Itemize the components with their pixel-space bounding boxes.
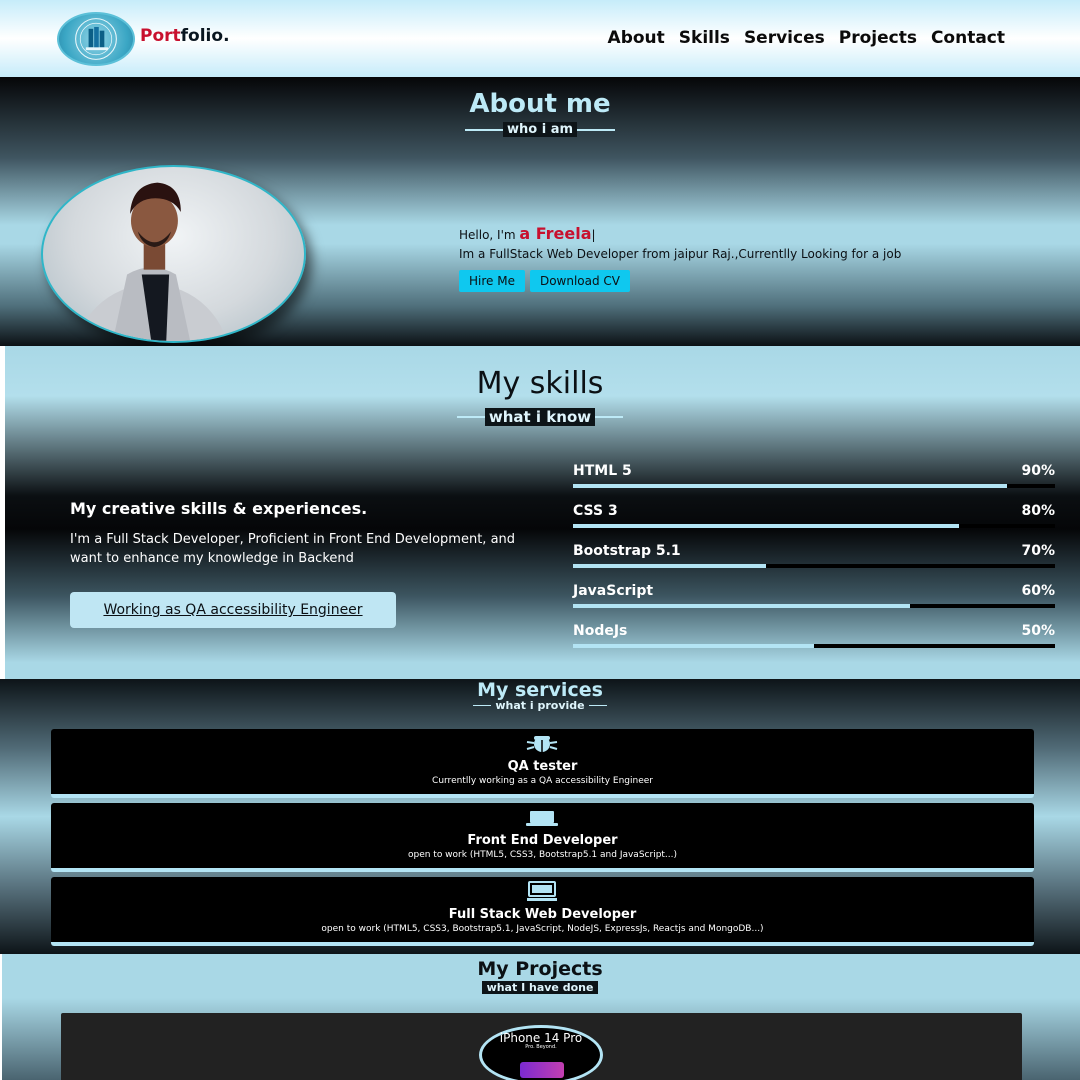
- hire-me-button[interactable]: Hire Me: [459, 270, 525, 292]
- skill-name: JavaScript: [573, 583, 654, 599]
- skill-bar-track: [573, 484, 1055, 488]
- services-subtitle-wrap: what i provide: [0, 699, 1080, 712]
- hello-line: Hello, I'm a Freela|: [459, 224, 901, 243]
- laptop-icon: [526, 811, 558, 826]
- skills-text: I'm a Full Stack Developer, Proficient i…: [70, 532, 516, 566]
- divider-line: [595, 416, 624, 418]
- divider-line: [577, 128, 616, 131]
- divider-line: [456, 416, 485, 418]
- services-section: My services what i provide QA tester Cur…: [0, 679, 1080, 954]
- skill-bar-track: [573, 604, 1055, 608]
- skills-subtitle: what i know: [484, 408, 596, 426]
- skill-bar-fill: [573, 604, 911, 608]
- about-subtitle: who i am: [502, 122, 578, 137]
- intro-description: Im a FullStack Web Developer from jaipur…: [459, 247, 902, 261]
- skill-bar-row: NodeJs 50%: [573, 623, 1055, 663]
- skill-bar-fill: [573, 484, 1007, 488]
- nav-link-skills[interactable]: Skills: [679, 28, 730, 48]
- skill-bar-fill: [573, 524, 959, 528]
- skill-bar-row: CSS 3 80%: [573, 503, 1055, 543]
- intro-block: Hello, I'm a Freela| Im a FullStack Web …: [459, 224, 901, 292]
- skill-percent: 60%: [1021, 583, 1055, 599]
- service-title: QA tester: [507, 759, 578, 774]
- brand-logo-text[interactable]: Portfolio.: [140, 26, 230, 46]
- intro-buttons: Hire Me Download CV: [459, 270, 901, 292]
- project-name: iPhone 14 Pro: [499, 1031, 583, 1045]
- bug-icon: [526, 736, 558, 752]
- skill-bar-row: JavaScript 60%: [573, 583, 1055, 623]
- profile-photo: [41, 165, 306, 343]
- navbar: Portfolio. About Skills Services Project…: [0, 0, 1080, 77]
- skill-percent: 90%: [1021, 463, 1055, 479]
- service-desc: open to work (HTML5, CSS3, Bootstrap5.1,…: [321, 924, 764, 934]
- projects-subtitle-wrap: what I have done: [0, 981, 1080, 994]
- skill-percent: 50%: [1021, 623, 1055, 639]
- skill-name: Bootstrap 5.1: [573, 543, 681, 559]
- skill-bar-fill: [573, 644, 814, 648]
- divider-line: [588, 705, 607, 706]
- divider-line: [464, 128, 503, 131]
- download-cv-button[interactable]: Download CV: [529, 270, 631, 292]
- skill-bar-row: HTML 5 90%: [573, 463, 1055, 503]
- skill-name: HTML 5: [573, 463, 632, 479]
- service-card[interactable]: QA tester Currentlly working as a QA acc…: [51, 729, 1034, 798]
- service-card[interactable]: Front End Developer open to work (HTML5,…: [51, 803, 1034, 872]
- projects-subtitle: what I have done: [481, 981, 599, 994]
- skills-intro: My creative skills & experiences. I'm a …: [70, 499, 550, 568]
- typing-cursor: |: [591, 228, 596, 242]
- nav-link-contact[interactable]: Contact: [931, 28, 1005, 48]
- qa-engineer-link[interactable]: Working as QA accessibility Engineer: [70, 592, 396, 628]
- service-title: Full Stack Web Developer: [448, 907, 637, 922]
- projects-section: My Projects what I have done iPhone 14 P…: [0, 954, 1080, 1080]
- skills-subtitle-wrap: what i know: [0, 408, 1080, 426]
- hello-text: Hello, I'm: [459, 228, 520, 242]
- brand-part-2: folio.: [180, 26, 230, 46]
- service-desc: open to work (HTML5, CSS3, Bootstrap5.1 …: [407, 850, 678, 860]
- about-subtitle-wrap: who i am: [0, 122, 1080, 137]
- projects-title: My Projects: [477, 958, 603, 980]
- skill-name: CSS 3: [573, 503, 618, 519]
- project-card[interactable]: iPhone 14 Pro Pro. Beyond.: [61, 1013, 1022, 1080]
- nav-link-services[interactable]: Services: [744, 28, 825, 48]
- skill-bar-row: Bootstrap 5.1 70%: [573, 543, 1055, 583]
- skill-bars: HTML 5 90% CSS 3 80% Bootstrap 5.1 70% J…: [573, 463, 1055, 663]
- services-subtitle: what i provide: [495, 699, 585, 712]
- brand-part-1: Port: [140, 26, 181, 46]
- skill-bar-fill: [573, 564, 766, 568]
- services-title: My services: [477, 679, 603, 701]
- service-desc: Currentlly working as a QA accessibility…: [432, 776, 653, 786]
- typed-name: a Freela: [519, 224, 592, 243]
- skills-heading: My creative skills & experiences.: [70, 499, 368, 518]
- nav-link-about[interactable]: About: [608, 28, 665, 48]
- skill-name: NodeJs: [573, 623, 628, 639]
- about-title: About me: [469, 89, 611, 119]
- skill-percent: 70%: [1021, 543, 1055, 559]
- desktop-icon: [527, 881, 557, 901]
- service-card[interactable]: Full Stack Web Developer open to work (H…: [51, 877, 1034, 946]
- logo-emblem-icon[interactable]: [57, 12, 135, 66]
- skill-bar-track: [573, 564, 1055, 568]
- about-section: About me who i am Hello, I'm a Freela| I…: [0, 77, 1080, 346]
- skill-bar-track: [573, 524, 1055, 528]
- skills-section: My skills what i know My creative skills…: [0, 346, 1080, 679]
- nav-link-projects[interactable]: Projects: [839, 28, 917, 48]
- project-thumbnail[interactable]: iPhone 14 Pro Pro. Beyond.: [479, 1025, 603, 1080]
- divider-line: [473, 705, 492, 706]
- skill-percent: 80%: [1021, 503, 1055, 519]
- nav-links: About Skills Services Projects Contact: [608, 28, 1005, 48]
- skills-title: My skills: [476, 366, 604, 401]
- service-title: Front End Developer: [467, 833, 618, 848]
- skill-bar-track: [573, 644, 1055, 648]
- phone-image: [520, 1062, 564, 1078]
